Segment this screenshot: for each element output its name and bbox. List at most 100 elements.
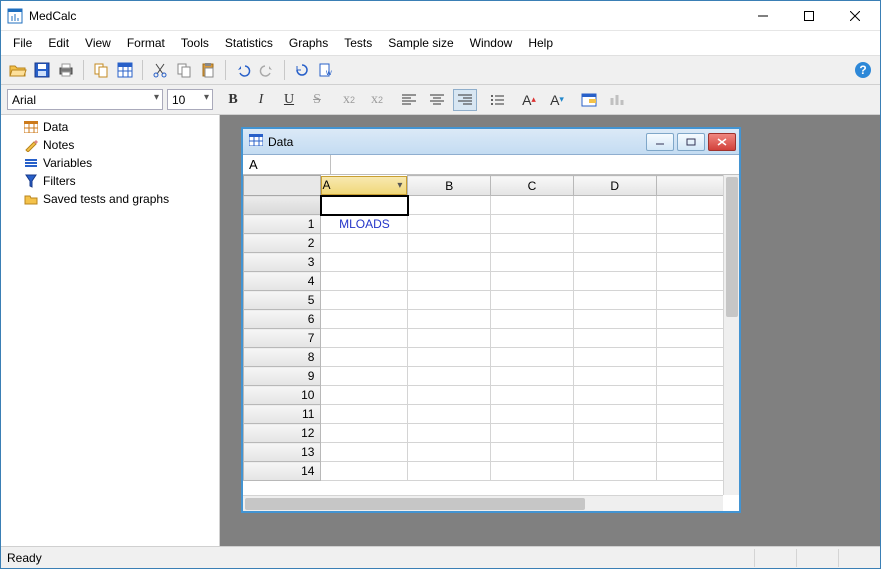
align-center-button[interactable] xyxy=(425,89,449,111)
main-toolbar: w ? xyxy=(1,55,880,85)
row-header-13[interactable]: 13 xyxy=(244,443,321,462)
mdi-close-button[interactable] xyxy=(708,133,736,151)
row-header-11[interactable]: 11 xyxy=(244,405,321,424)
chart-format-button[interactable] xyxy=(605,89,629,111)
decrease-font-button[interactable]: A▾ xyxy=(545,89,569,111)
row-header-12[interactable]: 12 xyxy=(244,424,321,443)
menu-view[interactable]: View xyxy=(77,33,119,53)
tree-variables[interactable]: Variables xyxy=(5,154,215,172)
menu-window[interactable]: Window xyxy=(462,33,521,53)
tree-data[interactable]: Data xyxy=(5,118,215,136)
cell-a1[interactable]: MLOADS xyxy=(321,215,408,234)
print-button[interactable] xyxy=(55,59,77,81)
row-header-4[interactable]: 4 xyxy=(244,272,321,291)
row-header-10[interactable]: 10 xyxy=(244,386,321,405)
strike-button[interactable]: S xyxy=(305,89,329,111)
notes-icon xyxy=(23,137,39,153)
mdi-workspace: Data A A B C D xyxy=(220,115,880,548)
row-header-14[interactable]: 14 xyxy=(244,462,321,481)
table-button[interactable] xyxy=(114,59,136,81)
row-header-6[interactable]: 6 xyxy=(244,310,321,329)
status-bar: Ready xyxy=(1,546,880,568)
tree-filters-label: Filters xyxy=(43,174,76,188)
menu-edit[interactable]: Edit xyxy=(40,33,77,53)
row-header-5[interactable]: 5 xyxy=(244,291,321,310)
menu-format[interactable]: Format xyxy=(119,33,173,53)
horizontal-scrollbar[interactable] xyxy=(243,495,723,511)
spreadsheet-grid[interactable]: A B C D 1MLOADS 2 3 4 5 6 7 8 9 xyxy=(243,175,739,511)
mdi-maximize-button[interactable] xyxy=(677,133,705,151)
minimize-button[interactable] xyxy=(740,1,786,30)
tree-saved[interactable]: Saved tests and graphs xyxy=(5,190,215,208)
open-button[interactable] xyxy=(7,59,29,81)
data-window-title: Data xyxy=(268,135,293,149)
variables-icon xyxy=(23,155,39,171)
tree-filters[interactable]: Filters xyxy=(5,172,215,190)
title-bar: MedCalc xyxy=(1,1,880,31)
row-header-8[interactable]: 8 xyxy=(244,348,321,367)
menu-sample-size[interactable]: Sample size xyxy=(380,33,461,53)
cell-format-button[interactable] xyxy=(577,89,601,111)
paste-button[interactable] xyxy=(197,59,219,81)
select-all-corner[interactable] xyxy=(244,176,321,196)
col-header-c[interactable]: C xyxy=(491,176,574,196)
vertical-scrollbar[interactable] xyxy=(723,175,739,495)
font-name-input[interactable] xyxy=(7,89,163,110)
italic-button[interactable]: I xyxy=(249,89,273,111)
app-title: MedCalc xyxy=(29,9,740,23)
menu-statistics[interactable]: Statistics xyxy=(217,33,281,53)
redo-button[interactable] xyxy=(256,59,278,81)
menu-help[interactable]: Help xyxy=(520,33,561,53)
row-header-7[interactable]: 7 xyxy=(244,329,321,348)
grid-icon xyxy=(249,134,263,149)
copy-button[interactable] xyxy=(90,59,112,81)
font-size-select[interactable] xyxy=(167,89,213,110)
cell-reference[interactable]: A xyxy=(243,155,331,174)
bold-button[interactable]: B xyxy=(221,89,245,111)
refresh-button[interactable] xyxy=(291,59,313,81)
underline-button[interactable]: U xyxy=(277,89,301,111)
row-header-1[interactable]: 1 xyxy=(244,215,321,234)
cut-button[interactable] xyxy=(149,59,171,81)
maximize-button[interactable] xyxy=(786,1,832,30)
undo-button[interactable] xyxy=(232,59,254,81)
cell-a-header[interactable] xyxy=(321,196,408,215)
sidebar: Data Notes Variables Filters Saved tests… xyxy=(1,115,220,548)
col-header-d[interactable]: D xyxy=(573,176,656,196)
row-header-2[interactable]: 2 xyxy=(244,234,321,253)
tree-notes-label: Notes xyxy=(43,138,74,152)
menu-graphs[interactable]: Graphs xyxy=(281,33,336,53)
font-size-input[interactable] xyxy=(167,89,213,110)
col-header-a[interactable]: A xyxy=(321,176,407,195)
data-window-titlebar[interactable]: Data xyxy=(243,129,739,155)
format-toolbar: B I U S x2 x2 A▴ A▾ xyxy=(1,85,880,115)
svg-text:?: ? xyxy=(859,63,866,77)
app-icon xyxy=(7,8,23,24)
menu-bar: File Edit View Format Tools Statistics G… xyxy=(1,31,880,55)
copy2-button[interactable] xyxy=(173,59,195,81)
row-header-3[interactable]: 3 xyxy=(244,253,321,272)
close-button[interactable] xyxy=(832,1,878,30)
superscript-button[interactable]: x2 xyxy=(365,89,389,111)
subscript-button[interactable]: x2 xyxy=(337,89,361,111)
align-right-button[interactable] xyxy=(453,89,477,111)
align-left-button[interactable] xyxy=(397,89,421,111)
col-header-b[interactable]: B xyxy=(408,176,491,196)
menu-tools[interactable]: Tools xyxy=(173,33,217,53)
mdi-minimize-button[interactable] xyxy=(646,133,674,151)
font-select[interactable] xyxy=(7,89,163,110)
row-header-0[interactable] xyxy=(244,196,321,215)
tree-saved-label: Saved tests and graphs xyxy=(43,192,169,206)
data-window: Data A A B C D xyxy=(242,128,740,512)
menu-file[interactable]: File xyxy=(5,33,40,53)
filter-icon xyxy=(23,173,39,189)
increase-font-button[interactable]: A▴ xyxy=(517,89,541,111)
list-button[interactable] xyxy=(485,89,509,111)
svg-text:w: w xyxy=(325,68,332,77)
save-button[interactable] xyxy=(31,59,53,81)
help-button[interactable]: ? xyxy=(852,59,874,81)
menu-tests[interactable]: Tests xyxy=(336,33,380,53)
tree-notes[interactable]: Notes xyxy=(5,136,215,154)
row-header-9[interactable]: 9 xyxy=(244,367,321,386)
export-button[interactable]: w xyxy=(315,59,337,81)
